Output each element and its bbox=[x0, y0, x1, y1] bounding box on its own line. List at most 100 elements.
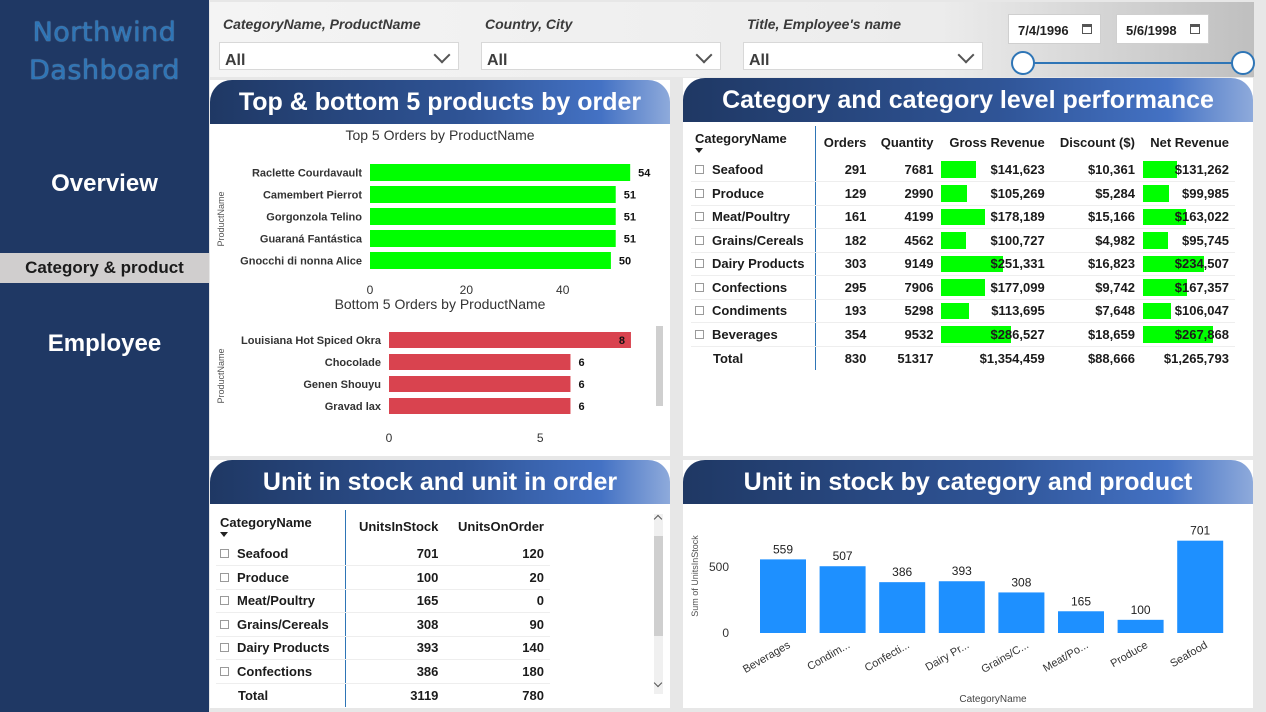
bar[interactable] bbox=[1058, 611, 1104, 633]
column-header-orders[interactable]: Orders bbox=[814, 126, 873, 158]
expand-icon[interactable] bbox=[220, 596, 229, 606]
date-end-input[interactable]: 5/6/1998 bbox=[1116, 14, 1209, 44]
expand-icon[interactable] bbox=[220, 549, 229, 559]
column-header-unitsonorder[interactable]: UnitsOnOrder bbox=[444, 510, 550, 542]
filter-bar: CategoryName, ProductName All Country, C… bbox=[210, 2, 1254, 77]
table-row[interactable]: Dairy Products 393 140 bbox=[216, 636, 550, 660]
column-label: CategoryName bbox=[220, 515, 312, 530]
bar[interactable] bbox=[879, 582, 926, 633]
expand-icon[interactable] bbox=[695, 282, 704, 292]
scroll-down-icon[interactable] bbox=[653, 678, 663, 688]
scrollbar-thumb[interactable] bbox=[654, 536, 663, 636]
total-row[interactable]: Total 830 51317 $1,354,459 $88,666 $1,265,793 bbox=[691, 346, 1235, 370]
expand-icon[interactable] bbox=[695, 212, 704, 222]
bar[interactable] bbox=[1117, 619, 1164, 633]
bar[interactable] bbox=[370, 208, 616, 225]
slicer-dropdown-category-product[interactable]: All bbox=[219, 42, 459, 70]
expand-icon[interactable] bbox=[695, 235, 704, 245]
data-label: 51 bbox=[624, 234, 636, 246]
calendar-icon[interactable] bbox=[1190, 24, 1200, 34]
table-row[interactable]: Confections 295 7906 $177,099 $9,742 $167,357 bbox=[691, 275, 1235, 300]
cell-value: 291 bbox=[844, 162, 867, 177]
expand-icon[interactable] bbox=[220, 666, 229, 676]
expand-icon[interactable] bbox=[695, 188, 704, 198]
cell-category: Produce bbox=[216, 565, 346, 590]
table-row[interactable]: Beverages 354 9532 $286,527 $18,659 $267,868 bbox=[691, 322, 1235, 347]
cell-value: 3119 bbox=[410, 687, 439, 703]
bar[interactable] bbox=[998, 592, 1045, 633]
cell-value: 165 bbox=[416, 593, 439, 609]
expand-icon[interactable] bbox=[220, 572, 229, 582]
cell-value: $106,047 bbox=[1174, 303, 1229, 319]
table-row[interactable]: Produce 100 20 bbox=[216, 565, 550, 590]
bar[interactable] bbox=[370, 230, 616, 247]
bar[interactable] bbox=[370, 252, 611, 269]
scrollbar[interactable] bbox=[656, 326, 663, 406]
bar[interactable] bbox=[819, 566, 866, 633]
date-range-end-handle[interactable] bbox=[1231, 51, 1255, 75]
category-label: Gravad lax bbox=[325, 401, 382, 413]
table-row[interactable]: Meat/Poultry 161 4199 $178,189 $15,166 $163,0… bbox=[691, 205, 1235, 229]
date-range-start-handle[interactable] bbox=[1011, 51, 1035, 75]
cell-value: $16,823 bbox=[1087, 256, 1135, 272]
calendar-icon[interactable] bbox=[1082, 24, 1092, 34]
column-header-net-revenue[interactable]: Net Revenue bbox=[1141, 126, 1235, 158]
table-row[interactable]: Meat/Poultry 165 0 bbox=[216, 589, 550, 613]
column-header-categoryname[interactable]: CategoryName bbox=[691, 126, 815, 158]
table-row[interactable]: Seafood 291 7681 $141,623 $10,361 $131,262 bbox=[691, 158, 1235, 182]
bar[interactable] bbox=[370, 164, 631, 181]
date-start-input[interactable]: 7/4/1996 bbox=[1008, 14, 1101, 44]
bar[interactable] bbox=[389, 354, 571, 370]
bar[interactable] bbox=[389, 398, 571, 414]
cell-value: 140 bbox=[522, 640, 544, 656]
column-header-gross-revenue[interactable]: Gross Revenue bbox=[939, 126, 1050, 158]
x-tick-label: Dairy Pr... bbox=[923, 639, 971, 674]
cell-value: $286,527 bbox=[990, 326, 1045, 342]
bar[interactable] bbox=[760, 559, 806, 633]
bar[interactable] bbox=[370, 186, 616, 203]
slicer-dropdown-country-city[interactable]: All bbox=[481, 42, 721, 70]
slicer-title: Country, City bbox=[485, 16, 573, 32]
table-row[interactable]: Confections 386 180 bbox=[216, 659, 550, 684]
expand-icon[interactable] bbox=[220, 619, 229, 629]
column-header-unitsinstock[interactable]: UnitsInStock bbox=[344, 510, 445, 542]
bar[interactable] bbox=[938, 581, 985, 633]
date-range-slider-track[interactable] bbox=[1023, 62, 1243, 64]
cell-value: $163,022 bbox=[1174, 209, 1229, 225]
column-header-quantity[interactable]: Quantity bbox=[872, 126, 939, 158]
expand-icon[interactable] bbox=[220, 643, 229, 653]
cell-orders: 354 bbox=[814, 322, 873, 347]
x-tick-label: 0 bbox=[386, 431, 393, 445]
cell-category: Confections bbox=[216, 659, 346, 684]
cell-units-on-order: 140 bbox=[444, 636, 550, 660]
expand-icon[interactable] bbox=[695, 329, 704, 339]
table-row[interactable]: Condiments 193 5298 $113,695 $7,648 $106,047 bbox=[691, 299, 1235, 323]
bar[interactable] bbox=[389, 376, 571, 392]
cell-value: $113,695 bbox=[991, 303, 1045, 319]
table-row[interactable]: Dairy Products 303 9149 $251,331 $16,823 $234… bbox=[691, 252, 1235, 276]
bar[interactable] bbox=[1177, 540, 1224, 633]
table-row[interactable]: Produce 129 2990 $105,269 $5,284 $99,985 bbox=[691, 181, 1235, 206]
scrollbar[interactable] bbox=[653, 514, 663, 694]
cell-orders: 129 bbox=[814, 181, 873, 206]
table-row[interactable]: Grains/Cereals 182 4562 $100,727 $4,982 $95,7… bbox=[691, 228, 1235, 253]
total-row[interactable]: Total 3119 780 bbox=[216, 683, 550, 707]
cell-value: $105,269 bbox=[990, 185, 1045, 201]
nav-employee[interactable]: Employee bbox=[0, 330, 209, 358]
nav-category-product[interactable]: Category & product bbox=[0, 253, 209, 283]
expand-icon[interactable] bbox=[695, 306, 704, 316]
table-row[interactable]: Grains/Cereals 308 90 bbox=[216, 612, 550, 637]
cell-value: 193 bbox=[844, 303, 867, 319]
expand-icon[interactable] bbox=[695, 259, 704, 269]
scroll-up-icon[interactable] bbox=[653, 514, 663, 524]
slicer-dropdown-employee[interactable]: All bbox=[743, 42, 983, 70]
nav-overview[interactable]: Overview bbox=[0, 170, 209, 198]
column-header-discount[interactable]: Discount ($) bbox=[1051, 126, 1141, 158]
cell-units-in-stock: 308 bbox=[344, 612, 445, 637]
bar[interactable] bbox=[389, 332, 631, 348]
column-header-categoryname[interactable]: CategoryName bbox=[216, 510, 345, 542]
table-row[interactable]: Seafood 701 120 bbox=[216, 542, 550, 566]
expand-icon[interactable] bbox=[695, 165, 704, 175]
scrollbar-thumb[interactable] bbox=[656, 326, 663, 406]
cell-quantity: 9149 bbox=[872, 252, 940, 276]
